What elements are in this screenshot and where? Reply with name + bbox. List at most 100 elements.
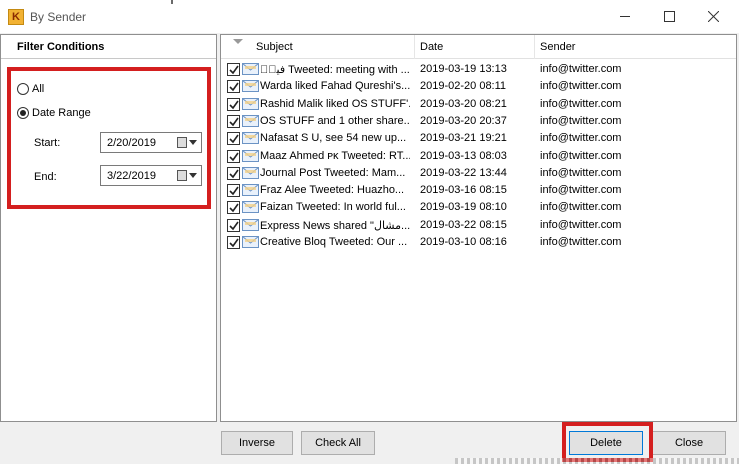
- radio-all-label: All: [32, 83, 45, 95]
- filter-panel: Filter Conditions All Date Range Start: …: [0, 34, 217, 422]
- column-header-date[interactable]: Date: [420, 41, 443, 53]
- row-subject: Faizan Tweeted: In world ful...: [260, 201, 406, 214]
- list-header: Subject Date Sender: [221, 35, 736, 59]
- row-checkbox[interactable]: [227, 97, 240, 111]
- maximize-button[interactable]: [647, 0, 691, 33]
- row-sender: info@twitter.com: [540, 236, 622, 248]
- close-button[interactable]: Close: [652, 431, 726, 455]
- row-checkbox[interactable]: [227, 114, 240, 128]
- inverse-button[interactable]: Inverse: [221, 431, 293, 455]
- checkmark-icon: [229, 238, 239, 248]
- row-date: 2019-03-19 13:13: [420, 63, 507, 75]
- row-subject: Journal Post Tweeted: Mam...: [260, 166, 406, 179]
- checkmark-icon: [229, 203, 239, 213]
- column-header-sender[interactable]: Sender: [540, 41, 575, 53]
- checkmark-icon: [229, 221, 239, 230]
- row-sender: info@twitter.com: [540, 80, 622, 93]
- checkmark-icon: [229, 169, 239, 179]
- row-sender: info@twitter.com: [540, 114, 622, 127]
- row-checkbox[interactable]: [227, 63, 240, 76]
- row-checkbox[interactable]: [227, 149, 240, 163]
- row-date: 2019-03-10 08:16: [420, 236, 507, 248]
- envelope-icon: [242, 184, 259, 197]
- row-date: 2019-03-21 19:21: [420, 132, 507, 145]
- column-header-subject[interactable]: Subject: [256, 41, 293, 53]
- calendar-icon[interactable]: [177, 170, 187, 181]
- row-date: 2019-03-20 20:37: [420, 114, 507, 127]
- envelope-icon: [242, 97, 259, 110]
- row-sender: info@twitter.com: [540, 132, 622, 145]
- radio-all-dot[interactable]: [17, 83, 29, 95]
- check-all-button[interactable]: Check All: [301, 431, 375, 455]
- envelope-icon: [242, 63, 259, 75]
- minimize-icon: [619, 16, 630, 17]
- table-row[interactable]: Nafasat S U, see 54 new up... 2019-03-21 …: [221, 130, 736, 147]
- start-date-picker[interactable]: 2/20/2019: [100, 132, 202, 153]
- row-checkbox[interactable]: [227, 184, 240, 198]
- app-icon: K: [8, 9, 24, 25]
- filter-header: Filter Conditions: [17, 41, 105, 53]
- background-window-edge: [455, 458, 739, 464]
- message-list-panel: Subject Date Sender فیضؔ Tweeted: meetin…: [220, 34, 737, 422]
- chevron-down-icon[interactable]: [189, 173, 197, 178]
- radio-all[interactable]: All: [17, 83, 44, 95]
- end-date-value: 3/22/2019: [107, 169, 156, 182]
- row-checkbox[interactable]: [227, 218, 240, 232]
- row-date: 2019-02-20 08:11: [420, 80, 507, 93]
- row-sender: info@twitter.com: [540, 149, 622, 162]
- end-date-picker[interactable]: 3/22/2019: [100, 165, 202, 186]
- checkmark-icon: [229, 152, 239, 161]
- close-icon: [707, 11, 719, 22]
- envelope-icon: [242, 149, 259, 162]
- delete-button[interactable]: Delete: [569, 431, 643, 455]
- row-date: 2019-03-22 08:15: [420, 218, 507, 231]
- table-row[interactable]: Rashid Malik liked OS STUFF'... 2019-03-2…: [221, 96, 736, 113]
- row-checkbox[interactable]: [227, 80, 240, 94]
- row-checkbox[interactable]: [227, 201, 240, 215]
- row-subject: Rashid Malik liked OS STUFF'...: [260, 97, 410, 110]
- table-row[interactable]: Creative Bloq Tweeted: Our ... 2019-03-10…: [221, 234, 736, 251]
- radio-date-range[interactable]: Date Range: [17, 107, 91, 119]
- envelope-icon: [242, 166, 259, 179]
- column-separator[interactable]: [534, 35, 535, 59]
- row-checkbox[interactable]: [227, 132, 240, 146]
- title-bar: K By Sender: [0, 0, 739, 33]
- table-row[interactable]: Maaz Ahmed ᴘᴋ Tweeted: RT... 2019-03-13 0…: [221, 148, 736, 165]
- column-separator[interactable]: [414, 35, 415, 59]
- row-subject: Fraz Alee Tweeted: Huazho...: [260, 184, 405, 197]
- row-subject: Warda liked Fahad Qureshi's...: [260, 80, 410, 93]
- table-row[interactable]: Journal Post Tweeted: Mam... 2019-03-22 1…: [221, 165, 736, 182]
- row-subject: Creative Bloq Tweeted: Our ...: [260, 236, 408, 248]
- row-subject: Express News shared "مشال...: [260, 219, 410, 232]
- row-subject: Nafasat S U, see 54 new up...: [260, 132, 407, 145]
- table-row[interactable]: Faizan Tweeted: In world ful... 2019-03-1…: [221, 199, 736, 216]
- start-date-value: 2/20/2019: [107, 136, 156, 149]
- checkmark-icon: [229, 134, 239, 144]
- chevron-down-icon[interactable]: [189, 140, 197, 145]
- row-checkbox[interactable]: [227, 236, 240, 249]
- filter-divider: [1, 58, 216, 59]
- row-subject: Maaz Ahmed ᴘᴋ Tweeted: RT...: [260, 149, 410, 162]
- table-row[interactable]: Fraz Alee Tweeted: Huazho... 2019-03-16 0…: [221, 182, 736, 199]
- table-row[interactable]: Warda liked Fahad Qureshi's... 2019-02-20…: [221, 78, 736, 95]
- table-row[interactable]: Express News shared "مشال... 2019-03-22 0…: [221, 217, 736, 234]
- table-row[interactable]: فیضؔ Tweeted: meeting with ... 2019-03-19…: [221, 61, 736, 78]
- envelope-icon: [242, 218, 259, 231]
- row-sender: info@twitter.com: [540, 201, 622, 214]
- row-sender: info@twitter.com: [540, 166, 622, 179]
- sort-arrow-icon[interactable]: [233, 39, 243, 44]
- envelope-icon: [242, 80, 259, 93]
- minimize-button[interactable]: [603, 0, 647, 33]
- checkmark-icon: [229, 65, 239, 75]
- window-title: By Sender: [30, 10, 87, 24]
- row-checkbox[interactable]: [227, 166, 240, 180]
- close-window-button[interactable]: [691, 0, 735, 33]
- table-row[interactable]: OS STUFF and 1 other share... 2019-03-20 …: [221, 113, 736, 130]
- calendar-icon[interactable]: [177, 137, 187, 148]
- row-date: 2019-03-13 08:03: [420, 149, 507, 162]
- row-subject: OS STUFF and 1 other share...: [260, 114, 410, 127]
- radio-date-range-dot[interactable]: [17, 107, 29, 119]
- row-date: 2019-03-22 13:44: [420, 166, 507, 179]
- end-label: End:: [34, 171, 57, 183]
- envelope-icon: [242, 132, 259, 145]
